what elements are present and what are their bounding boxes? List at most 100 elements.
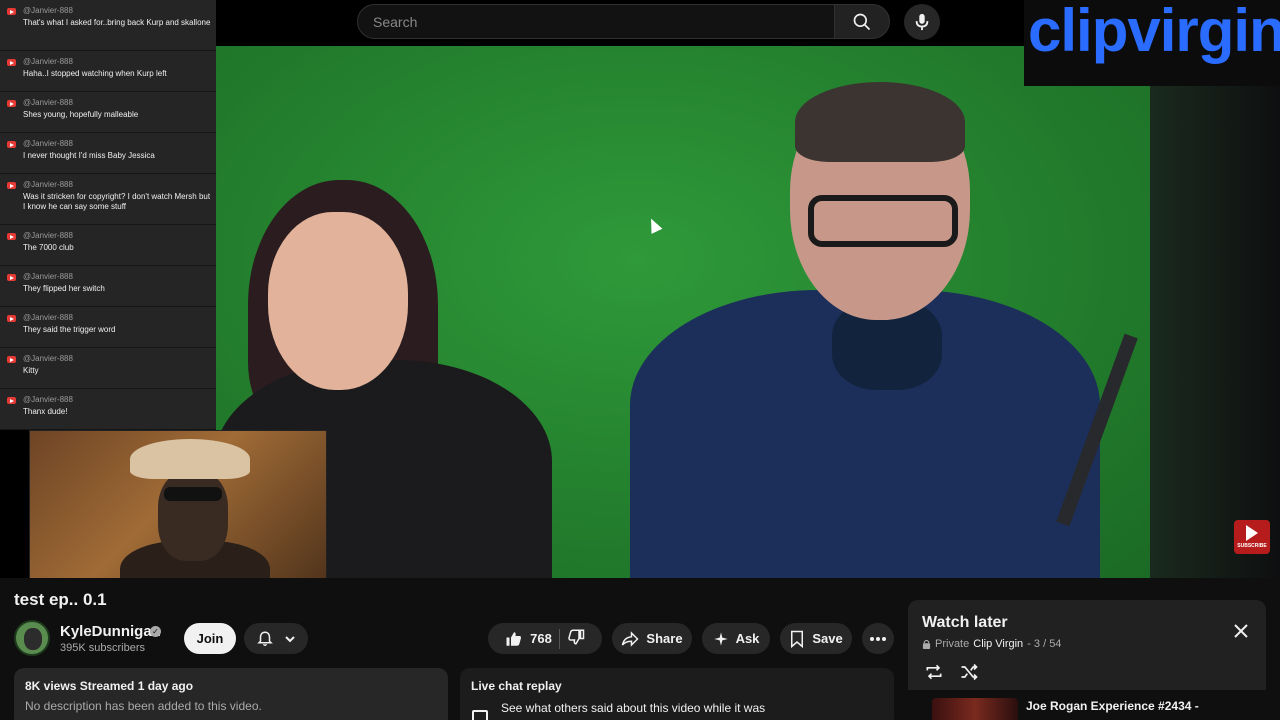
youtube-icon (7, 8, 16, 15)
playlist-meta: Private Clip Virgin - 3 / 54 (922, 638, 1252, 650)
subscribe-watermark[interactable]: SUBSCRIBE (1234, 520, 1270, 554)
shuffle-icon[interactable] (959, 662, 979, 682)
chat-text: Shes young, hopefully malleable (23, 110, 139, 119)
verified-check-icon: ✓ (150, 626, 161, 637)
chat-message: @Janvier-888 Shes young, hopefully malle… (0, 92, 216, 133)
chat-message: @Janvier-888 The 7000 club (0, 225, 216, 266)
chat-username: @Janvier-888 (23, 180, 73, 189)
like-dislike-group: 768 (488, 623, 602, 654)
save-label: Save (812, 631, 843, 646)
search-icon (853, 13, 871, 30)
like-button[interactable]: 768 (505, 630, 552, 648)
youtube-icon (7, 182, 16, 189)
playlist-privacy: Private (935, 638, 970, 650)
youtube-icon (7, 233, 16, 240)
more-horizontal-icon (870, 636, 886, 641)
description-box[interactable]: 8K views Streamed 1 day ago No descripti… (14, 668, 448, 720)
ask-label: Ask (735, 631, 760, 646)
loop-icon[interactable] (924, 662, 944, 682)
bell-icon (257, 630, 273, 646)
chat-message: @Janvier-888 They flipped her switch (0, 266, 216, 307)
playlist-position: - 3 / 54 (1027, 638, 1062, 650)
chat-username: @Janvier-888 (23, 231, 73, 240)
join-button[interactable]: Join (184, 623, 236, 654)
chat-username: @Janvier-888 (23, 6, 73, 15)
like-count: 768 (530, 631, 552, 646)
chat-message: @Janvier-888 They said the trigger word (0, 307, 216, 348)
chat-message: @Janvier-888 Thanx dude! (0, 389, 216, 430)
host-man-glasses (808, 195, 958, 247)
chat-username: @Janvier-888 (23, 272, 73, 281)
chat-text: Kitty (23, 366, 39, 375)
subscriber-count: 395K subscribers (60, 642, 145, 654)
video-player[interactable]: @Janvier-888 That's what I asked for..br… (0, 0, 1280, 578)
live-chat-overlay: @Janvier-888 That's what I asked for..br… (0, 0, 216, 430)
chat-username: @Janvier-888 (23, 313, 73, 322)
share-arrow-icon (622, 630, 639, 647)
chat-text: That's what I asked for..bring back Kurp… (23, 18, 211, 27)
chat-username: @Janvier-888 (23, 57, 73, 66)
facecam-overlay (29, 430, 327, 578)
host-man-hair (795, 82, 965, 162)
live-chat-replay-panel: Live chat replay See what others said ab… (460, 668, 894, 720)
play-icon (1246, 525, 1258, 541)
youtube-icon (7, 141, 16, 148)
playlist-channel[interactable]: Clip Virgin (973, 638, 1023, 650)
chat-text: Thanx dude! (23, 407, 68, 416)
thumbs-down-icon (568, 629, 585, 645)
chat-replay-text: See what others said about this video wh… (501, 701, 766, 715)
chat-text: They said the trigger word (23, 325, 116, 334)
youtube-icon (7, 356, 16, 363)
youtube-icon (7, 100, 16, 107)
chat-message: @Janvier-888 Haha..I stopped watching wh… (0, 51, 216, 92)
playlist-item-title: Joe Rogan Experience #2434 - (1026, 699, 1199, 713)
playlist-title[interactable]: Watch later (922, 614, 1252, 632)
lock-icon (922, 639, 931, 649)
chat-message: @Janvier-888 Was it stricken for copyrig… (0, 174, 216, 225)
host-woman-face (268, 212, 408, 390)
notification-button[interactable] (244, 623, 308, 654)
channel-name[interactable]: KyleDunnigan (60, 623, 161, 640)
microphone-icon (915, 13, 929, 31)
description-text: No description has been added to this vi… (25, 699, 262, 713)
voice-search-button[interactable] (904, 4, 940, 40)
youtube-icon (7, 397, 16, 404)
thumbs-up-icon (506, 631, 522, 646)
bookmark-icon (791, 630, 804, 648)
save-button[interactable]: Save (780, 623, 852, 654)
search-input[interactable] (373, 13, 834, 30)
facecam-sunglasses (164, 487, 222, 501)
share-label: Share (646, 631, 683, 646)
close-icon[interactable] (1232, 622, 1250, 640)
chat-text: Haha..I stopped watching when Kurp left (23, 69, 167, 78)
chat-icon (472, 710, 488, 720)
channel-avatar[interactable] (14, 620, 50, 656)
youtube-icon (7, 59, 16, 66)
more-actions-button[interactable] (862, 623, 894, 654)
playlist-item-thumbnail (932, 698, 1018, 720)
youtube-icon (7, 274, 16, 281)
search-box[interactable] (357, 4, 835, 39)
divider (558, 628, 560, 649)
search-button[interactable] (834, 4, 890, 39)
chat-message: @Janvier-888 I never thought I'd miss Ba… (0, 133, 216, 174)
youtube-watch-page: @Janvier-888 That's what I asked for..br… (0, 0, 1280, 720)
chat-message: @Janvier-888 Kitty (0, 348, 216, 389)
youtube-icon (7, 315, 16, 322)
video-title: test ep.. 0.1 (14, 590, 107, 609)
chat-text: The 7000 club (23, 243, 74, 252)
subscribe-watermark-label: SUBSCRIBE (1237, 543, 1267, 549)
dislike-button[interactable] (567, 628, 585, 649)
share-button[interactable]: Share (612, 623, 692, 654)
chat-replay-title: Live chat replay (471, 679, 562, 693)
studio-background (1150, 86, 1280, 578)
chat-username: @Janvier-888 (23, 395, 73, 404)
chat-username: @Janvier-888 (23, 354, 73, 363)
chat-username: @Janvier-888 (23, 139, 73, 148)
ask-button[interactable]: Ask (702, 623, 770, 654)
playlist-item[interactable]: Joe Rogan Experience #2434 - (908, 690, 1266, 720)
chat-username: @Janvier-888 (23, 98, 73, 107)
chat-text: Was it stricken for copyright? I don't w… (23, 192, 211, 211)
facecam-face (158, 471, 228, 561)
chat-text: I never thought I'd miss Baby Jessica (23, 151, 155, 160)
